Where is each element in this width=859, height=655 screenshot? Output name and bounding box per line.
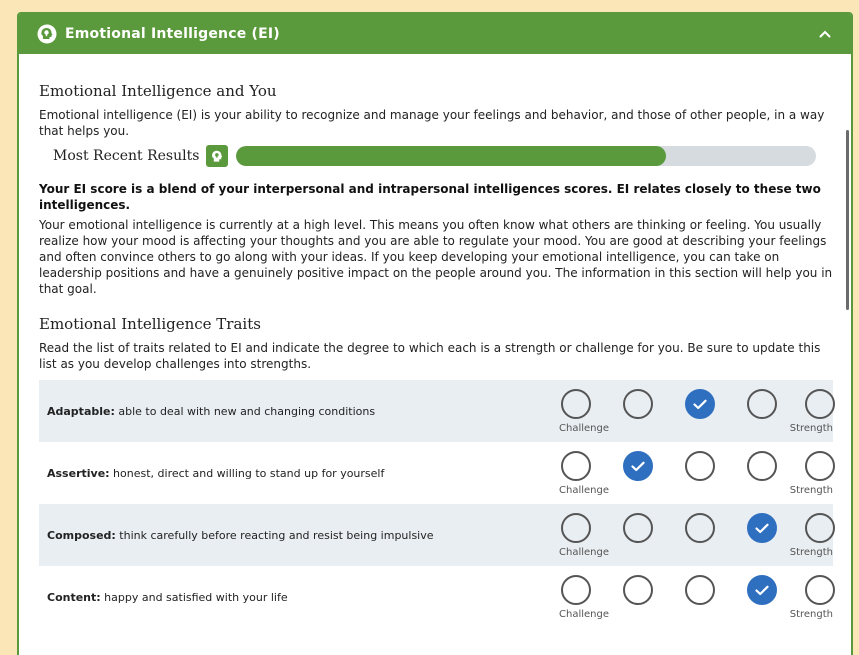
traits-title: Emotional Intelligence Traits bbox=[39, 315, 261, 333]
results-progress-fill bbox=[236, 146, 666, 166]
traits-description: Read the list of traits related to EI an… bbox=[39, 341, 821, 371]
trait-text: Composed: think carefully before reactin… bbox=[47, 529, 559, 542]
rating-option-5[interactable] bbox=[805, 513, 835, 543]
trait-description: think carefully before reacting and resi… bbox=[115, 528, 434, 542]
intro-description: Emotional intelligence (EI) is your abil… bbox=[39, 108, 825, 138]
chevron-up-icon bbox=[819, 30, 831, 38]
trait-rating-scale: Challenge Strength bbox=[559, 507, 835, 563]
results-label: Most Recent Results bbox=[53, 148, 200, 164]
rating-option-2[interactable] bbox=[623, 451, 653, 481]
rating-option-2[interactable] bbox=[623, 389, 653, 419]
scrollbar[interactable] bbox=[846, 130, 849, 310]
checkmark-icon bbox=[631, 461, 645, 471]
scale-label-challenge: Challenge bbox=[559, 547, 609, 558]
results-head-icon bbox=[206, 145, 229, 167]
rating-option-1[interactable] bbox=[561, 513, 591, 543]
results-progress-bar bbox=[236, 146, 817, 166]
collapse-button[interactable] bbox=[813, 22, 837, 46]
rating-option-3[interactable] bbox=[685, 513, 715, 543]
rating-option-2[interactable] bbox=[623, 513, 653, 543]
rating-option-3[interactable] bbox=[685, 451, 715, 481]
most-recent-results: Most Recent Results bbox=[39, 145, 833, 167]
trait-name: Content: bbox=[47, 590, 101, 604]
traits-list: Adaptable: able to deal with new and cha… bbox=[39, 380, 835, 628]
summary-bold: Your EI score is a blend of your interpe… bbox=[39, 182, 821, 212]
trait-name: Composed: bbox=[47, 528, 116, 542]
rating-option-1[interactable] bbox=[561, 575, 591, 605]
rating-option-5[interactable] bbox=[805, 389, 835, 419]
intro-title: Emotional Intelligence and You bbox=[39, 82, 277, 100]
trait-rating-scale: Challenge Strength bbox=[559, 383, 835, 439]
rating-option-5[interactable] bbox=[805, 575, 835, 605]
summary-body: Your emotional intelligence is currently… bbox=[39, 218, 833, 296]
rating-option-5[interactable] bbox=[805, 451, 835, 481]
scale-label-challenge: Challenge bbox=[559, 485, 609, 496]
scale-label-strength: Strength bbox=[789, 609, 833, 620]
scale-label-strength: Strength bbox=[789, 547, 833, 558]
trait-row: Assertive: honest, direct and willing to… bbox=[39, 442, 835, 504]
trait-text: Adaptable: able to deal with new and cha… bbox=[47, 405, 559, 418]
rating-option-4[interactable] bbox=[747, 451, 777, 481]
trait-description: able to deal with new and changing condi… bbox=[114, 404, 376, 418]
trait-row: Composed: think carefully before reactin… bbox=[39, 504, 835, 566]
rating-option-4[interactable] bbox=[747, 575, 777, 605]
panel-body: Emotional Intelligence and You Emotional… bbox=[19, 82, 851, 628]
rating-option-1[interactable] bbox=[561, 389, 591, 419]
checkmark-icon bbox=[755, 585, 769, 595]
rating-option-2[interactable] bbox=[623, 575, 653, 605]
rating-option-4[interactable] bbox=[747, 389, 777, 419]
trait-row: Content: happy and satisfied with your l… bbox=[39, 566, 835, 628]
panel-header[interactable]: Emotional Intelligence (EI) bbox=[19, 14, 851, 54]
checkmark-icon bbox=[755, 523, 769, 533]
checkmark-icon bbox=[693, 399, 707, 409]
trait-rating-scale: Challenge Strength bbox=[559, 445, 835, 501]
trait-name: Assertive: bbox=[47, 466, 110, 480]
rating-option-4[interactable] bbox=[747, 513, 777, 543]
trait-text: Assertive: honest, direct and willing to… bbox=[47, 467, 559, 480]
trait-row: Adaptable: able to deal with new and cha… bbox=[39, 380, 835, 442]
rating-option-3[interactable] bbox=[685, 575, 715, 605]
ei-panel: Emotional Intelligence (EI) Emotional In… bbox=[17, 12, 853, 655]
trait-name: Adaptable: bbox=[47, 404, 115, 418]
trait-description: happy and satisfied with your life bbox=[100, 590, 288, 604]
panel-title: Emotional Intelligence (EI) bbox=[65, 26, 280, 42]
scale-label-challenge: Challenge bbox=[559, 609, 609, 620]
trait-text: Content: happy and satisfied with your l… bbox=[47, 591, 559, 604]
scale-label-strength: Strength bbox=[789, 485, 833, 496]
scale-label-strength: Strength bbox=[789, 423, 833, 434]
rating-option-1[interactable] bbox=[561, 451, 591, 481]
trait-description: honest, direct and willing to stand up f… bbox=[109, 466, 385, 480]
rating-option-3[interactable] bbox=[685, 389, 715, 419]
scale-label-challenge: Challenge bbox=[559, 423, 609, 434]
trait-rating-scale: Challenge Strength bbox=[559, 569, 835, 625]
head-lightbulb-icon bbox=[37, 24, 57, 44]
